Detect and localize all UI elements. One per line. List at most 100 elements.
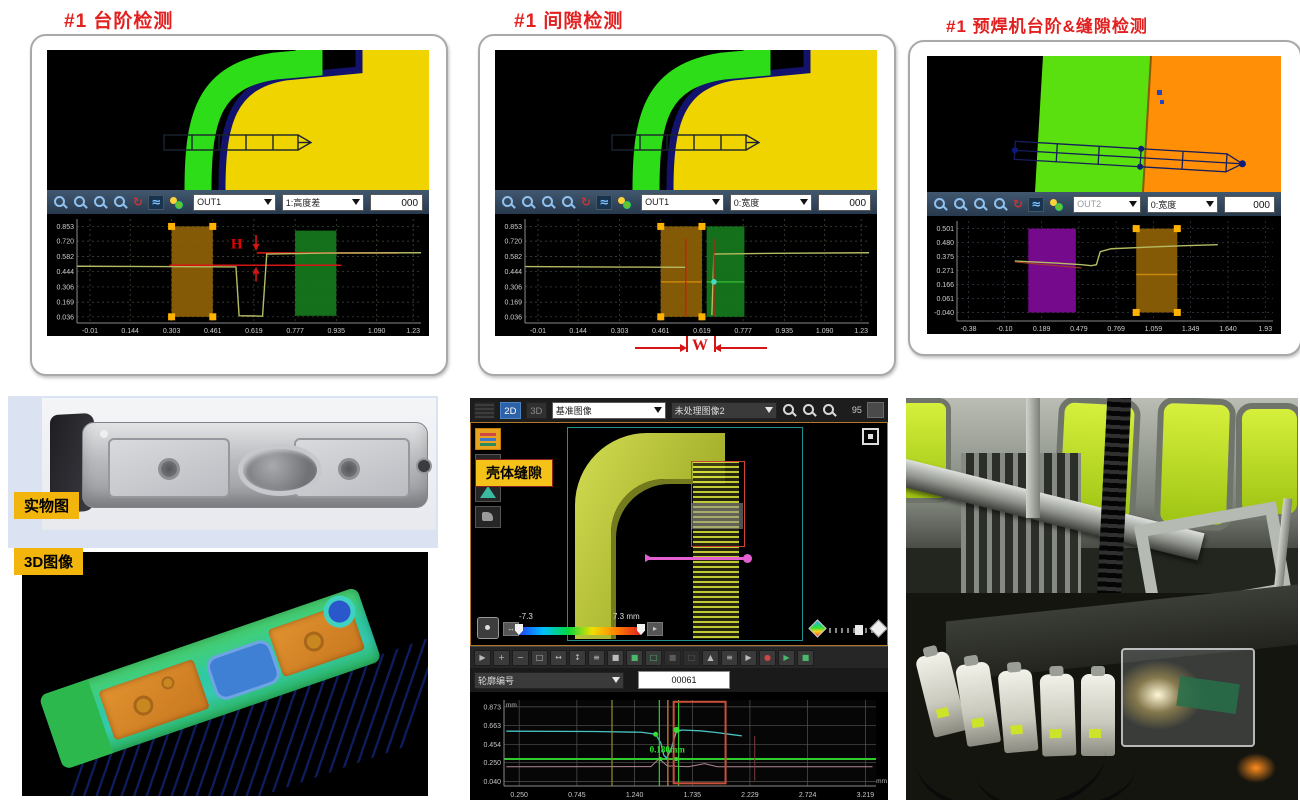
zoom-out-icon[interactable] — [73, 195, 88, 210]
settings-icon[interactable] — [169, 195, 183, 209]
svg-text:0.144: 0.144 — [121, 328, 139, 335]
output-select[interactable]: OUT2 — [1073, 196, 1141, 213]
measure-mode-select[interactable]: 0:宽度 — [1147, 196, 1218, 213]
region-stats-icon[interactable]: ▲ — [702, 650, 719, 666]
scan-image-step[interactable] — [47, 50, 429, 190]
opacity-slider[interactable] — [829, 628, 873, 633]
zoom-1to1-icon[interactable] — [93, 195, 108, 210]
opacity-slider-handle[interactable] — [855, 625, 863, 635]
w-letter: W — [683, 337, 717, 355]
settings-icon[interactable] — [617, 195, 631, 209]
capture-icon[interactable]: ■ — [797, 650, 814, 666]
measure-value-field[interactable]: 000 — [1224, 196, 1275, 213]
3d-screw-small — [160, 675, 177, 692]
preweld-profile-chart[interactable]: -0.38-0.100.1890.4790.7691.0591.3491.640… — [927, 216, 1281, 334]
pin-hole — [100, 430, 108, 438]
base-image-select[interactable]: 基准图像 — [552, 402, 666, 419]
w-arrow-line-right — [719, 347, 767, 349]
zoom-fit-icon[interactable] — [561, 195, 576, 210]
measure-mode-select[interactable]: 0:宽度 — [730, 194, 813, 211]
3d-screw-ring — [301, 629, 326, 654]
svg-text:1.349: 1.349 — [1182, 326, 1200, 333]
zoom-in-icon[interactable] — [933, 197, 948, 212]
mask-icon[interactable]: ■ — [664, 650, 681, 666]
fullscreen-icon[interactable] — [862, 428, 879, 445]
measure-value-field[interactable]: 000 — [818, 194, 871, 211]
step-toolbar-icons: ↻≈ — [53, 195, 183, 210]
record-icon[interactable]: ● — [759, 650, 776, 666]
zoom-fit-icon[interactable] — [822, 403, 837, 418]
processed-image-select[interactable]: 未处理图像2 — [671, 402, 777, 419]
gap-measure-chart[interactable]: 0.2500.7451.2401.7352.2292.7243.2190.040… — [470, 692, 888, 800]
zoom-1to1-icon[interactable] — [973, 197, 988, 212]
colorbar-range-button[interactable]: ▸ — [647, 622, 663, 636]
height-measure-icon[interactable]: ↕ — [569, 650, 586, 666]
zoom-fit-icon[interactable] — [113, 195, 128, 210]
step-profile-chart[interactable]: -0.010.1440.3030.4610.6190.7770.9351.090… — [47, 214, 429, 336]
svg-text:0.144: 0.144 — [569, 328, 587, 335]
compare-icon[interactable]: ▶ — [740, 650, 757, 666]
output-select[interactable]: OUT1 — [641, 194, 724, 211]
measure-mode-select[interactable]: 1:高度差 — [282, 194, 365, 211]
svg-text:0.935: 0.935 — [776, 328, 794, 335]
processed-image-value: 未处理图像2 — [675, 404, 725, 417]
profile-display-icon[interactable]: ≈ — [596, 195, 612, 210]
gap-profile-chart[interactable]: -0.010.1440.3030.4610.6190.7770.9351.090… — [495, 214, 877, 336]
measure-value-field[interactable]: 000 — [370, 194, 423, 211]
pan-icon[interactable]: ↔ — [550, 650, 567, 666]
tab-3d[interactable]: 3D — [526, 402, 547, 419]
physical-image-label: 实物图 — [14, 492, 79, 519]
svg-text:1.090: 1.090 — [368, 328, 386, 335]
tab-2d[interactable]: 2D — [500, 402, 521, 419]
height-image-icon[interactable] — [475, 428, 501, 450]
profile-measure-icon[interactable]: ≡ — [588, 650, 605, 666]
reset-icon[interactable]: ↻ — [1013, 198, 1023, 211]
zoom-out-icon[interactable] — [802, 403, 817, 418]
svg-text:0.306: 0.306 — [504, 284, 522, 291]
svg-text:1.23: 1.23 — [406, 328, 420, 335]
zoom-in-icon[interactable] — [501, 195, 516, 210]
roi-add-icon[interactable]: ■ — [626, 650, 643, 666]
layout-view-button[interactable] — [474, 402, 495, 419]
scan-image-gap[interactable] — [495, 50, 877, 190]
zoom-in-icon[interactable] — [782, 403, 797, 418]
zoom-out-icon[interactable]: − — [512, 650, 529, 666]
center-target-icon[interactable] — [477, 617, 499, 639]
zoom-in-icon[interactable]: + — [493, 650, 510, 666]
zoom-fit-icon[interactable] — [993, 197, 1008, 212]
zoom-in-icon[interactable] — [53, 195, 68, 210]
compare-view-icon[interactable] — [475, 506, 501, 528]
marker-diamond-icon[interactable] — [869, 619, 887, 637]
height-image-view[interactable]: 壳体缝隙 ↔ -7.3 7.3 mm ▸ — [470, 422, 888, 646]
profile-number-value[interactable]: 00061 — [638, 671, 730, 689]
output-select-value: OUT1 — [197, 197, 221, 207]
grid-view-icon[interactable]: ■ — [607, 650, 624, 666]
chevron-down-icon — [800, 199, 808, 205]
palette-diamond-icon[interactable] — [808, 619, 826, 637]
reset-icon[interactable]: ↻ — [581, 196, 591, 209]
profile-number-select[interactable]: 轮廓编号 — [474, 672, 624, 689]
svg-text:0.444: 0.444 — [504, 269, 522, 276]
histogram-icon[interactable]: ≡ — [721, 650, 738, 666]
settings-icon[interactable] — [1049, 197, 1063, 211]
output-select[interactable]: OUT1 — [193, 194, 276, 211]
measure-arrow[interactable] — [647, 557, 745, 560]
export-icon[interactable]: ▶ — [778, 650, 795, 666]
chart-preweld-svg: -0.38-0.100.1890.4790.7691.0591.3491.640… — [927, 216, 1281, 334]
reset-icon[interactable]: ↻ — [133, 196, 143, 209]
zoom-region-icon[interactable]: □ — [531, 650, 548, 666]
height-colorbar[interactable] — [519, 627, 641, 635]
profile-display-icon[interactable]: ≈ — [148, 195, 164, 210]
scan-image-preweld[interactable] — [927, 56, 1281, 192]
profile-display-icon[interactable]: ≈ — [1028, 197, 1044, 212]
roi-edit-icon[interactable]: □ — [645, 650, 662, 666]
svg-text:0.180mm: 0.180mm — [650, 744, 686, 754]
zoom-out-icon[interactable] — [953, 197, 968, 212]
svg-text:0.061: 0.061 — [936, 296, 954, 303]
zoom-out-icon[interactable] — [521, 195, 536, 210]
layer-icon[interactable]: □ — [683, 650, 700, 666]
user-icon[interactable] — [867, 402, 884, 418]
zoom-1to1-icon[interactable] — [541, 195, 556, 210]
pointer-icon[interactable]: ▶ — [474, 650, 491, 666]
measure-mode-value: 0:宽度 — [1151, 198, 1177, 211]
